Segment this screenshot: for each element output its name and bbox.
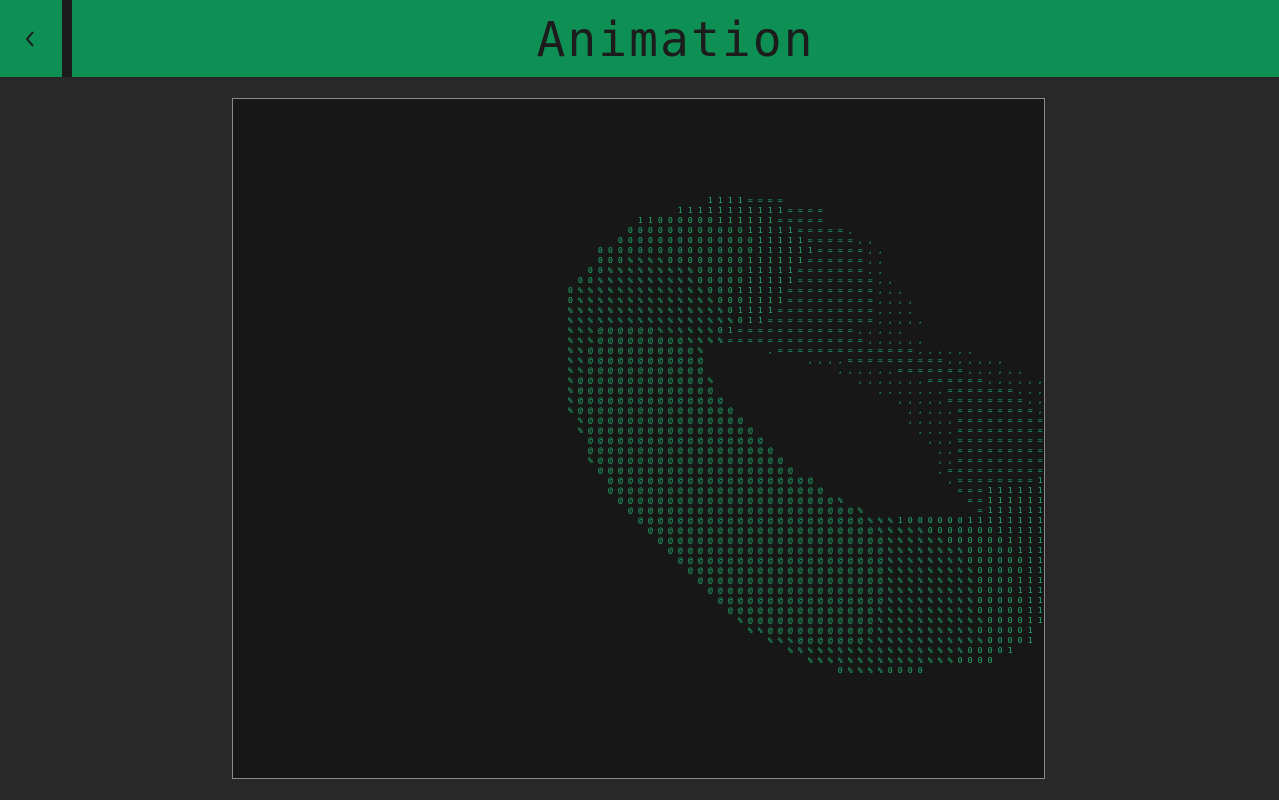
back-button[interactable] xyxy=(0,0,60,77)
animation-canvas: 1111==== 11111111111==== 11000000111111=… xyxy=(232,98,1045,779)
header-divider xyxy=(62,0,72,77)
chevron-left-icon xyxy=(23,29,37,49)
page-title: Animation xyxy=(536,12,815,68)
app-header: Animation xyxy=(0,0,1279,77)
ascii-torus-frame: 1111==== 11111111111==== 11000000111111=… xyxy=(567,195,1045,675)
